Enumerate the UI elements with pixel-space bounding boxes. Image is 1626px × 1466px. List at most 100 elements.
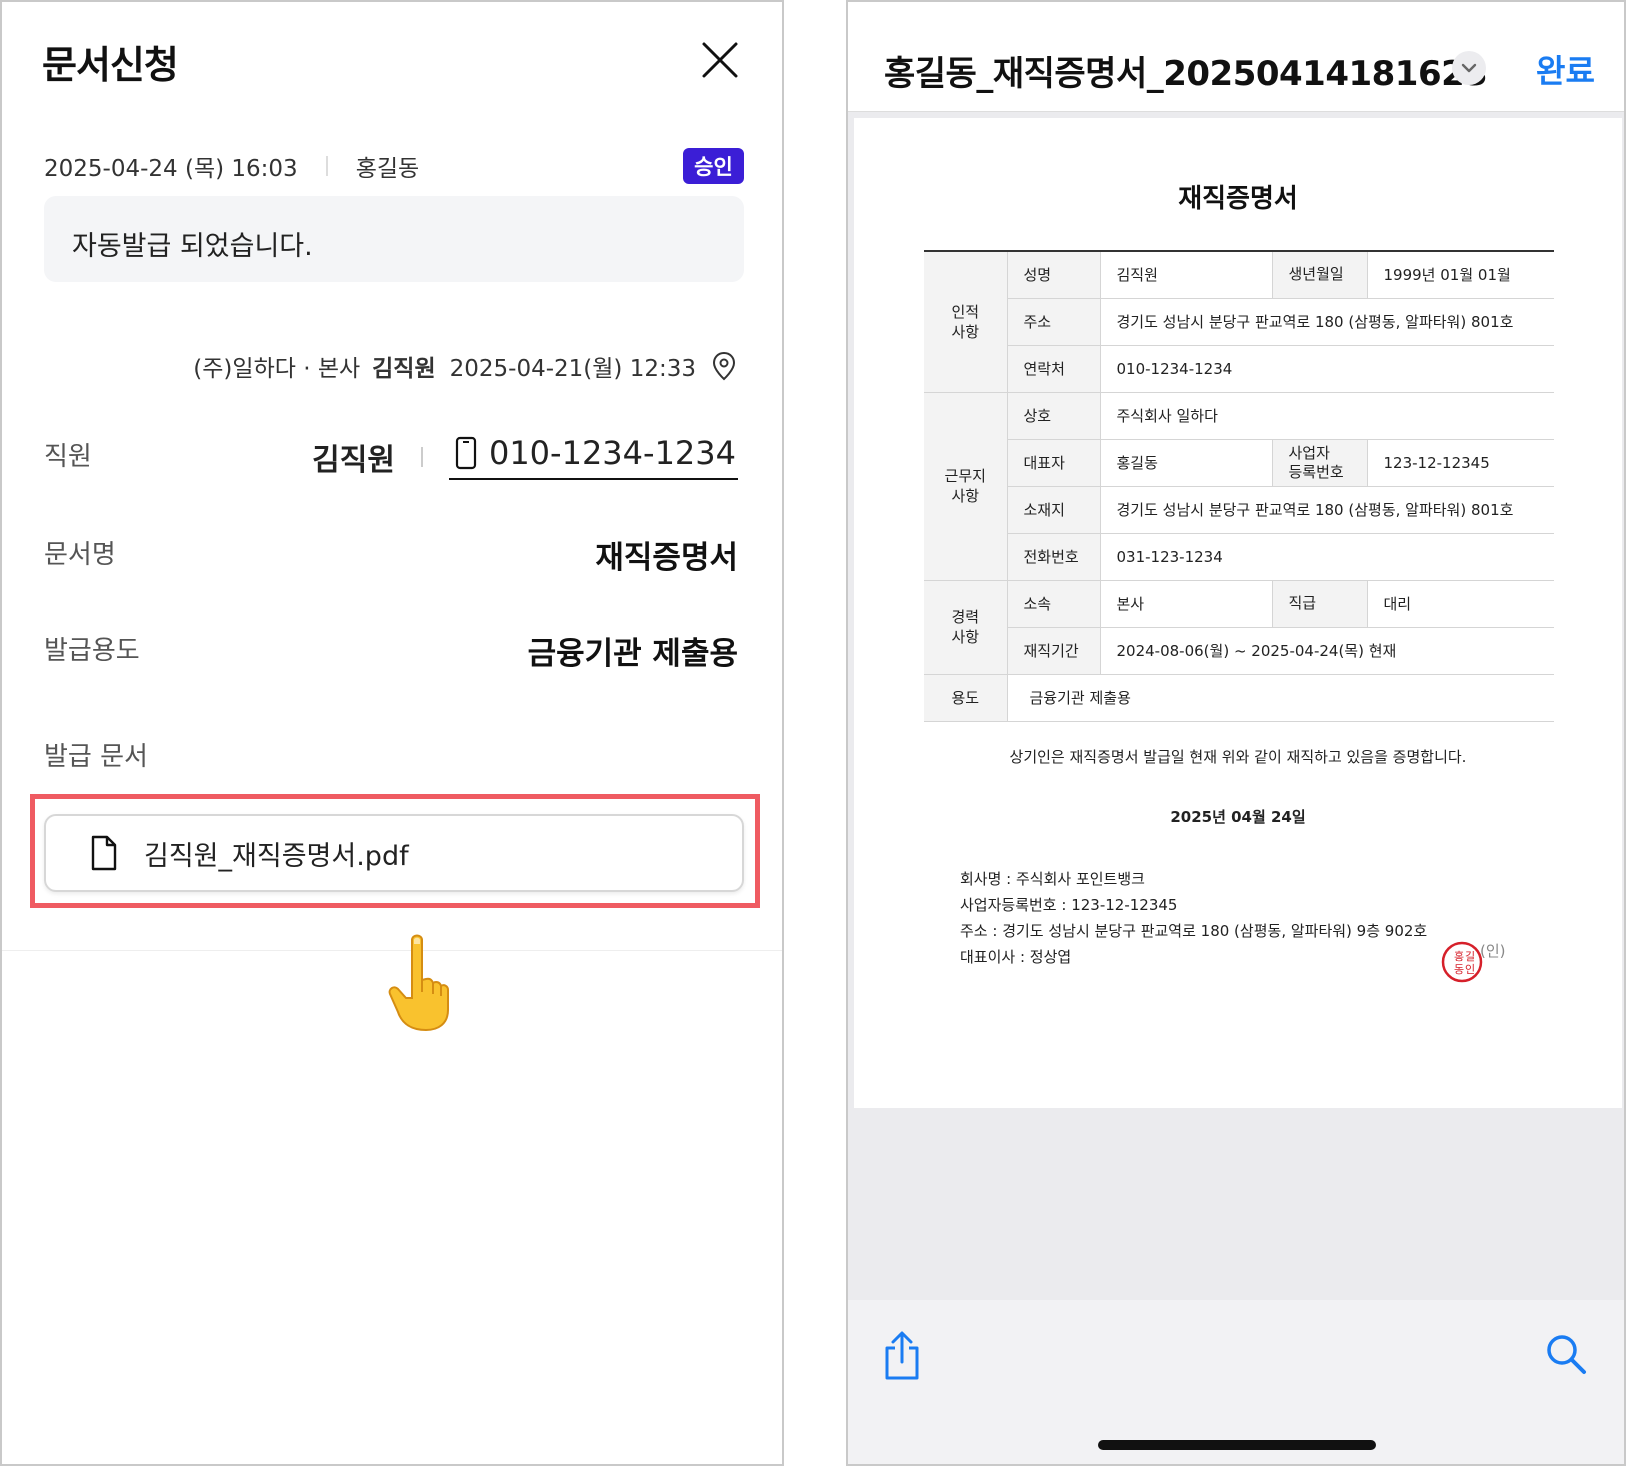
section-label-line: 경력 (951, 608, 980, 626)
certificate-page: 재직증명서 인적 사항 성명 김직원 생년월일 1999년 01월 01월 주소… (854, 118, 1622, 1108)
table-row: 대표자 홍길동 사업자 등록번호 123-12-12345 (924, 439, 1554, 487)
viewer-toolbar (848, 1300, 1624, 1464)
certificate-statement: 상기인은 재직증명서 발급일 현재 위와 같이 재직하고 있음을 증명합니다. (1009, 748, 1467, 766)
chevron-down-icon (1461, 63, 1477, 73)
pointing-hand-icon (388, 934, 449, 1032)
message-box: 자동발급 되었습니다. (44, 196, 744, 282)
done-button[interactable]: 완료 (1536, 46, 1595, 92)
svg-text:홍: 홍 (1454, 949, 1464, 963)
tel-label: 전화번호 (1007, 533, 1101, 581)
pdf-viewer-panel: 홍길동_재직증명서_20250414181623 완료 재직증명서 인적 사항 … (846, 0, 1626, 1466)
pdf-file-name: 김직원_재직증명서.pdf (144, 840, 409, 872)
company-value: 주식회사 일하다 (1100, 392, 1554, 440)
bizno-label: 사업자 등록번호 (1271, 439, 1368, 487)
bizno-label-line: 등록번호 (1288, 462, 1344, 481)
request-author: 홍길동 (355, 156, 420, 182)
section-label-line: 인적 (951, 302, 980, 321)
svg-text:길: 길 (1465, 950, 1475, 963)
table-row: 연락처 010-1234-1234 (924, 345, 1554, 393)
personal-section-label: 인적 사항 (924, 251, 1008, 393)
dept-label: 소속 (1007, 580, 1101, 628)
section-label-line: 사항 (951, 322, 980, 341)
pdf-file-button[interactable]: 김직원_재직증명서.pdf (44, 814, 744, 892)
svg-text:동: 동 (1454, 963, 1464, 976)
title-menu-button[interactable] (1452, 51, 1486, 85)
table-row: 근무지 사항 상호 주식회사 일하다 (924, 392, 1554, 581)
table-row: 소재지 경기도 성남시 분당구 판교역로 180 (삼평동, 알파타워) 801… (924, 486, 1554, 534)
section-label-line: 사항 (951, 487, 980, 505)
ceo-value: 홍길동 (1100, 439, 1272, 487)
bizno-label-line: 사업자 (1288, 443, 1330, 462)
share-icon[interactable] (882, 1330, 922, 1382)
purpose-label: 발급용도 (44, 636, 140, 666)
work-section-label: 근무지 사항 (924, 392, 1008, 581)
request-date: 2025-04-24 (목) 16:03 (44, 156, 298, 182)
career-section-label: 경력 사항 (924, 580, 1008, 675)
issuer-bizno: 사업자등록번호 : 123-12-12345 (960, 896, 1178, 914)
page-title: 문서신청 (42, 43, 179, 87)
mobile-phone-icon (455, 436, 477, 470)
bizno-value: 123-12-12345 (1367, 439, 1554, 487)
location-value: 경기도 성남시 분당구 판교역로 180 (삼평동, 알파타워) 801호 (1100, 486, 1554, 534)
document-request-panel: 문서신청 2025-04-24 (목) 16:03 홍길동 승인 자동발급 되었… (0, 0, 784, 1466)
name-value: 김직원 (1100, 251, 1272, 299)
table-row: 용도 금융기관 제출용 (924, 674, 1554, 722)
certificate-table: 인적 사항 성명 김직원 생년월일 1999년 01월 01월 주소 경기도 성… (924, 250, 1554, 722)
search-icon[interactable] (1544, 1332, 1588, 1376)
company-label: 상호 (1007, 392, 1101, 440)
applicant-datetime: 2025-04-21(월) 12:33 (449, 356, 696, 382)
svg-text:인: 인 (1465, 963, 1475, 976)
viewer-title: 홍길동_재직증명서_20250414181623 (884, 54, 1488, 94)
period-label: 재직기간 (1007, 627, 1101, 675)
dept-value: 본사 (1100, 580, 1272, 628)
applicant-info: (주)일하다 · 본사 김직원 2025-04-21(월) 12:33 (193, 349, 738, 383)
document-icon (91, 835, 117, 871)
contact-value: 010-1234-1234 (1100, 345, 1554, 393)
close-icon[interactable] (700, 40, 740, 80)
section-label-line: 사항 (951, 628, 980, 646)
seal-mark: (인) (1480, 942, 1506, 960)
home-indicator (1098, 1440, 1376, 1450)
request-meta: 2025-04-24 (목) 16:03 홍길동 (44, 149, 419, 183)
doc-name-label: 문서명 (44, 540, 116, 570)
issuer-ceo: 대표이사 : 정상엽 (960, 948, 1072, 966)
location-pin-icon[interactable] (710, 351, 738, 381)
employee-divider (420, 447, 423, 467)
employee-label: 직원 (44, 442, 92, 472)
table-row: 전화번호 031-123-1234 (924, 533, 1554, 581)
employee-row: 김직원 010-1234-1234 (312, 434, 738, 480)
name-label: 성명 (1007, 251, 1101, 299)
doc-name-value: 재직증명서 (595, 540, 738, 576)
applicant-name: 김직원 (372, 356, 436, 382)
issuer-address: 주소 : 경기도 성남시 분당구 판교역로 180 (삼평동, 알파타워) 9층… (960, 922, 1428, 940)
issuer-info: 회사명 : 주식회사 포인트뱅크 사업자등록번호 : 123-12-12345 … (960, 866, 1427, 970)
contact-label: 연락처 (1007, 345, 1101, 393)
table-row: 경력 사항 소속 본사 직급 대리 (924, 580, 1554, 675)
applicant-company: (주)일하다 · 본사 (193, 356, 361, 382)
tel-value: 031-123-1234 (1100, 533, 1554, 581)
company-seal-icon: 홍 길 동 인 (1441, 941, 1483, 983)
address-value: 경기도 성남시 분당구 판교역로 180 (삼평동, 알파타워) 801호 (1100, 298, 1554, 346)
birth-value: 1999년 01월 01월 (1367, 251, 1554, 299)
location-label: 소재지 (1007, 486, 1101, 534)
section-label-line: 근무지 (944, 467, 986, 485)
table-row: 인적 사항 성명 김직원 생년월일 1999년 01월 01월 (924, 251, 1554, 393)
issued-doc-label: 발급 문서 (44, 742, 148, 772)
table-row: 주소 경기도 성남시 분당구 판교역로 180 (삼평동, 알파타워) 801호 (924, 298, 1554, 346)
issuer-company: 회사명 : 주식회사 포인트뱅크 (960, 870, 1145, 888)
status-badge: 승인 (683, 148, 744, 184)
table-row: 재직기간 2024-08-06(월) ~ 2025-04-24(목) 현재 (924, 627, 1554, 675)
address-label: 주소 (1007, 298, 1101, 346)
period-value: 2024-08-06(월) ~ 2025-04-24(목) 현재 (1100, 627, 1554, 675)
birth-label: 생년월일 (1271, 251, 1368, 299)
usage-value: 금융기관 제출용 (1007, 674, 1554, 722)
rank-value: 대리 (1367, 580, 1554, 628)
usage-label: 용도 (924, 674, 1008, 722)
purpose-value: 금융기관 제출용 (527, 636, 738, 672)
employee-phone: 010-1234-1234 (488, 434, 736, 472)
employee-phone-link[interactable]: 010-1234-1234 (448, 434, 738, 480)
viewer-header: 홍길동_재직증명서_20250414181623 완료 (848, 2, 1624, 112)
meta-divider (325, 156, 328, 176)
certificate-title: 재직증명서 (1178, 184, 1298, 214)
rank-label: 직급 (1271, 580, 1368, 628)
